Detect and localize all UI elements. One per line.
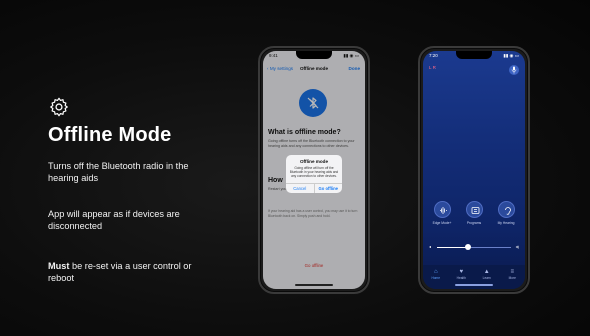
heart-icon: ♥ bbox=[459, 269, 464, 275]
cancel-button[interactable]: Cancel bbox=[286, 184, 314, 193]
volume-high-icon: ◂) bbox=[515, 244, 519, 249]
hearing-aid-status[interactable]: L R bbox=[429, 65, 436, 70]
description-disconnected: App will appear as if devices are discon… bbox=[48, 209, 180, 232]
dialog-title: Offline mode bbox=[299, 159, 329, 164]
page-title: Offline Mode bbox=[48, 124, 172, 146]
dialog-actions: Cancel Go offline bbox=[286, 183, 342, 193]
my-hearing-label: My Hearing bbox=[497, 221, 515, 225]
offline-mode-screen: 9:41 ▮▮ ◉ ▭ ‹ My settings Offline mode D… bbox=[263, 51, 365, 289]
home-screen: 7:20 ▮▮ ◉ ▭ L R Edge Mode+ Programs My H bbox=[423, 51, 525, 289]
volume-low-icon: ◂ bbox=[429, 244, 432, 249]
tab-health-label: Health bbox=[456, 276, 466, 280]
tab-learn[interactable]: ▲ Learn bbox=[478, 269, 496, 289]
volume-slider[interactable]: ◂ ◂) bbox=[429, 243, 519, 251]
phone-notch bbox=[456, 51, 492, 59]
volume-knob[interactable] bbox=[465, 244, 472, 250]
reset-text: be re-set via a user control or reboot bbox=[48, 261, 192, 284]
must-emphasis: Must bbox=[48, 261, 70, 271]
programs-label: Programs bbox=[466, 221, 482, 225]
programs-icon bbox=[471, 207, 479, 214]
phone-home-screen: 7:20 ▮▮ ◉ ▭ L R Edge Mode+ Programs My H bbox=[418, 46, 530, 294]
control-buttons: Edge Mode+ Programs My Hearing bbox=[427, 201, 521, 225]
volume-fill bbox=[437, 246, 469, 248]
offline-confirm-dialog: Offline mode Going offline will turn off… bbox=[286, 155, 342, 193]
tab-home-label: Home bbox=[431, 276, 440, 280]
home-icon: ⌂ bbox=[433, 269, 438, 275]
phone-offline-settings: 9:41 ▮▮ ◉ ▭ ‹ My settings Offline mode D… bbox=[258, 46, 370, 294]
description-reset: Must be re-set via a user control or reb… bbox=[48, 260, 198, 285]
home-indicator bbox=[295, 284, 333, 286]
tab-more[interactable]: ≡ More bbox=[503, 269, 521, 289]
waveform-icon bbox=[439, 207, 447, 214]
gear-icon bbox=[50, 97, 68, 117]
signal-icon: ▮▮ ◉ ▭ bbox=[503, 53, 519, 58]
home-indicator bbox=[455, 284, 493, 286]
edge-mode-control[interactable]: Edge Mode+ bbox=[427, 201, 457, 225]
menu-icon: ≡ bbox=[510, 269, 514, 275]
programs-control[interactable]: Programs bbox=[459, 201, 489, 225]
edge-mode-label: Edge Mode+ bbox=[432, 221, 452, 225]
learn-icon: ▲ bbox=[483, 269, 490, 275]
tab-home[interactable]: ⌂ Home bbox=[427, 269, 445, 289]
description-bluetooth: Turns off the Bluetooth radio in the hea… bbox=[48, 161, 189, 184]
status-time: 7:20 bbox=[429, 53, 438, 58]
dialog-message: Going offline will turn off the Bluetoot… bbox=[289, 166, 339, 178]
microphone-icon bbox=[511, 66, 517, 74]
phone-notch bbox=[296, 51, 332, 59]
go-offline-button[interactable]: Go offline bbox=[313, 184, 343, 193]
my-hearing-control[interactable]: My Hearing bbox=[491, 201, 521, 225]
ear-icon bbox=[504, 207, 511, 215]
microphone-button[interactable] bbox=[509, 65, 519, 75]
slide: Offline Mode Turns off the Bluetooth rad… bbox=[0, 0, 590, 336]
tab-health[interactable]: ♥ Health bbox=[452, 269, 470, 289]
tab-learn-label: Learn bbox=[482, 276, 491, 280]
tab-more-label: More bbox=[508, 276, 516, 280]
